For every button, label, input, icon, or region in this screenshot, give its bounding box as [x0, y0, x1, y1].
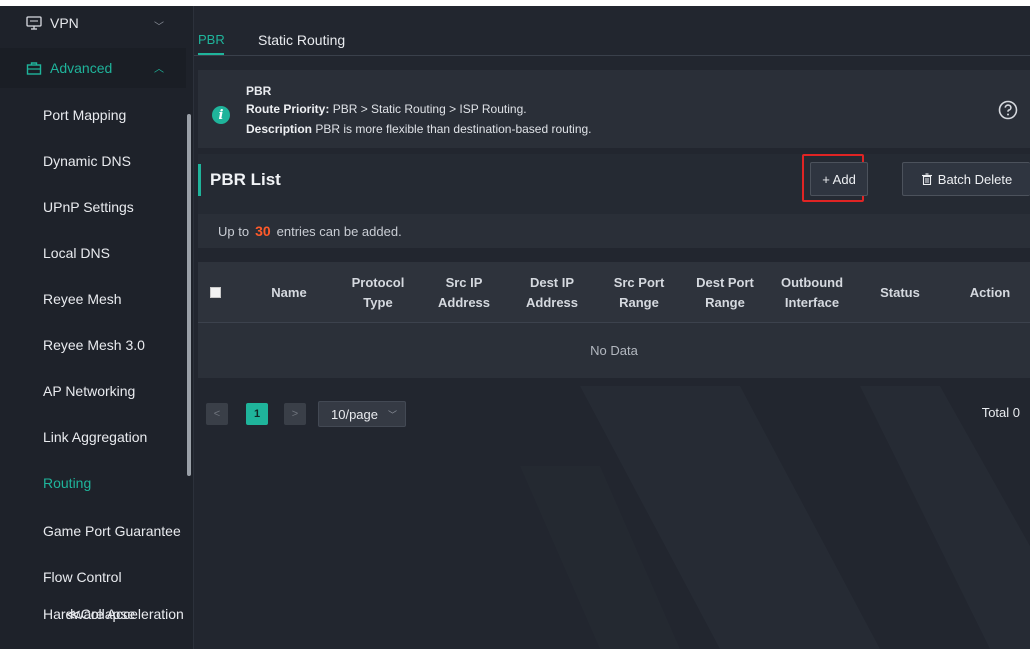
sidebar: VPN ﹀ Advanced ︿ Port Mapping Dynamic DN… — [0, 6, 194, 649]
batch-delete-button[interactable]: Batch Delete — [902, 162, 1030, 196]
pbr-list-title: PBR List — [210, 170, 281, 189]
sidebar-item-dynamic-dns[interactable]: Dynamic DNS — [0, 138, 186, 184]
sidebar-group-advanced[interactable]: Advanced ︿ — [0, 48, 186, 88]
column-header-status: Status — [880, 284, 920, 300]
column-header-protocol-type: Protocol Type — [351, 274, 405, 310]
trash-icon — [921, 173, 932, 185]
empty-state: No Data — [198, 323, 1030, 378]
toolbox-icon — [26, 60, 42, 76]
column-header-name: Name — [271, 284, 307, 300]
sidebar-scrollbar[interactable] — [187, 114, 191, 476]
sidebar-item-link-aggregation[interactable]: Link Aggregation — [0, 414, 186, 460]
tab-pbr[interactable]: PBR — [198, 32, 225, 47]
help-icon[interactable] — [998, 100, 1018, 120]
sidebar-item-local-dns[interactable]: Local DNS — [0, 230, 186, 276]
chevron-down-icon: ﹀ — [154, 22, 164, 33]
description-value: PBR is more flexible than destination-ba… — [315, 122, 592, 136]
sidebar-item-ap-networking[interactable]: AP Networking — [0, 368, 186, 414]
app-frame: VPN ﹀ Advanced ︿ Port Mapping Dynamic DN… — [0, 6, 1030, 649]
column-header-dest-ip: Dest IP Address — [525, 274, 579, 310]
column-header-src-ip: Src IP Address — [437, 274, 491, 310]
sidebar-item-upnp-settings[interactable]: UPnP Settings — [0, 184, 186, 230]
page-size-value: 10/page — [331, 406, 378, 422]
pbr-list-header: PBR List + Add Batch Delete — [198, 154, 1030, 214]
sidebar-item-port-mapping[interactable]: Port Mapping — [0, 92, 186, 138]
monitor-icon — [26, 15, 42, 31]
info-panel: i PBR Route Priority: PBR > Static Routi… — [198, 70, 1030, 148]
route-priority-text: Route Priority: PBR > Static Routing > I… — [246, 102, 527, 116]
column-header-dest-port: Dest Port Range — [696, 274, 754, 310]
sidebar-group-advanced-label: Advanced — [50, 60, 113, 76]
page-1-button[interactable]: 1 — [246, 403, 268, 425]
column-header-action: Action — [969, 284, 1011, 300]
column-header-src-port: Src Port Range — [613, 274, 665, 310]
sidebar-group-vpn[interactable]: VPN ﹀ — [0, 6, 186, 40]
entries-prefix: Up to — [218, 223, 250, 239]
description-key: Description — [246, 122, 313, 136]
sidebar-item-reyee-mesh[interactable]: Reyee Mesh — [0, 276, 186, 322]
entries-count: 30 — [255, 223, 271, 239]
collapse-button[interactable]: ≪Collapse — [66, 606, 135, 623]
description-text: Description PBR is more flexible than de… — [246, 122, 592, 136]
entries-suffix: entries can be added. — [276, 223, 402, 239]
sidebar-item-game-port-guarantee[interactable]: Game Port Guarantee — [0, 508, 186, 554]
prev-page-button[interactable]: < — [206, 403, 228, 425]
tab-bar: PBR Static Routing — [194, 6, 1030, 56]
add-button[interactable]: + Add — [810, 162, 868, 196]
info-icon: i — [212, 106, 230, 124]
batch-delete-label: Batch Delete — [937, 171, 1013, 187]
total-count: Total 0 — [981, 405, 1020, 420]
table-header: Name Protocol Type Src IP Address Dest IP A… — [198, 262, 1030, 323]
page-size-select[interactable]: 10/page ﹀ — [318, 401, 406, 427]
column-header-outbound-interface: Outbound Interface — [780, 274, 844, 310]
active-tab-indicator — [198, 53, 224, 55]
entries-limit-text: Up to 30 entries can be added. — [198, 214, 1030, 248]
sidebar-item-routing[interactable]: Routing — [0, 460, 186, 506]
section-accent-bar — [198, 164, 201, 196]
sidebar-item-flow-control[interactable]: Flow Control — [0, 554, 186, 600]
chevron-down-icon: ﹀ — [387, 410, 397, 420]
tab-static-routing[interactable]: Static Routing — [258, 32, 345, 48]
info-title: PBR — [246, 84, 272, 98]
route-priority-key: Route Priority: — [246, 102, 330, 116]
sidebar-item-reyee-mesh-3[interactable]: Reyee Mesh 3.0 — [0, 322, 186, 368]
route-priority-value: PBR > Static Routing > ISP Routing. — [332, 102, 527, 116]
next-page-button[interactable]: > — [284, 403, 306, 425]
select-all-checkbox[interactable] — [210, 287, 221, 298]
chevron-up-icon: ︿ — [154, 64, 164, 75]
sidebar-group-vpn-label: VPN — [50, 15, 79, 31]
